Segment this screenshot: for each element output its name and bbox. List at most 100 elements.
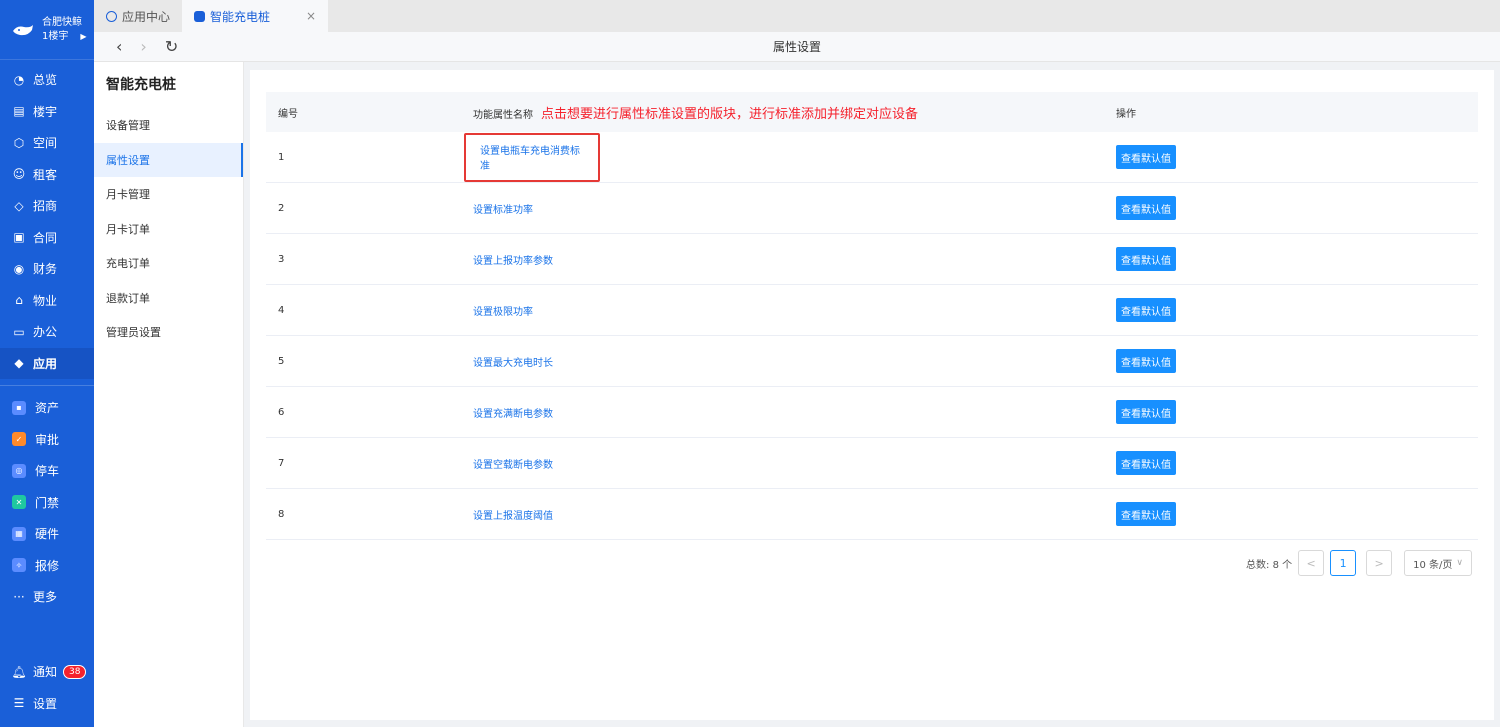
prev-page-button[interactable]: < bbox=[1298, 550, 1325, 576]
attribute-link[interactable]: 设置极限功率 bbox=[473, 303, 533, 318]
finance-icon: ◉ bbox=[13, 261, 25, 276]
nav-item-apps[interactable]: ◆ 应用 bbox=[0, 347, 94, 379]
tag-icon: ◇ bbox=[14, 198, 24, 213]
repair-icon: ✧ bbox=[12, 558, 26, 573]
header-op: 操作 bbox=[1116, 108, 1136, 120]
app-center-icon bbox=[106, 10, 117, 22]
tab-app-center[interactable]: 应用中心 bbox=[94, 0, 182, 32]
nav-item-tenant[interactable]: ☺ 租客 bbox=[0, 159, 94, 191]
instruction-hint: 点击想要进行属性标准设置的版块，进行标准添加并绑定对应设备 bbox=[541, 106, 919, 122]
nav-item-notifications[interactable]: 🔔︎ 通知 38 bbox=[0, 656, 94, 688]
app-icon: ◆ bbox=[14, 356, 24, 371]
table-row: 5 设置最大充电时长 查看默认值 bbox=[266, 336, 1478, 387]
primary-sidebar: 合肥快鲸 1楼宇 ▶ ◔ 总览 ▤ 楼宇 ⬡ 空间 ☺ 租客 ◇ 招商 ▣ 合同 ◉ 财务 ⌂ 物… bbox=[0, 0, 94, 727]
header-name: 功能属性名称 点击想要进行属性标准设置的版块，进行标准添加并绑定对应设备 bbox=[473, 106, 919, 122]
submenu-title: 智能充电桩 bbox=[106, 77, 176, 93]
submenu-item-charge-orders[interactable]: 充电订单 bbox=[94, 246, 243, 281]
submenu-item-card-orders[interactable]: 月卡订单 bbox=[94, 212, 243, 247]
refresh-icon[interactable]: ↻ bbox=[165, 37, 178, 56]
attribute-link[interactable]: 设置电瓶车充电消费标准 bbox=[464, 132, 600, 182]
home-icon: ⌂ bbox=[15, 293, 23, 308]
nav-item-building[interactable]: ▤ 楼宇 bbox=[0, 96, 94, 128]
submenu-item-devices[interactable]: 设备管理 bbox=[94, 108, 243, 143]
view-default-button[interactable]: 查看默认值 bbox=[1116, 145, 1176, 169]
nav-item-repair[interactable]: ✧ 报修 bbox=[0, 550, 94, 582]
dashboard-icon: ◔ bbox=[13, 72, 25, 87]
attribute-link[interactable]: 设置标准功率 bbox=[473, 201, 533, 216]
table-row: 1 设置电瓶车充电消费标准 查看默认值 bbox=[266, 132, 1478, 183]
page-number-button[interactable]: 1 bbox=[1330, 550, 1357, 576]
nav-item-leasing[interactable]: ◇ 招商 bbox=[0, 190, 94, 222]
secondary-menu: 智能充电桩 设备管理 属性设置 月卡管理 月卡订单 充电订单 退款订单 管理员设… bbox=[94, 62, 244, 727]
table-row: 8 设置上报温度阈值 查看默认值 bbox=[266, 489, 1478, 540]
table-row: 6 设置充满断电参数 查看默认值 bbox=[266, 387, 1478, 438]
page-size-select[interactable]: 10 条/页 ∨ bbox=[1404, 550, 1472, 576]
charger-app-icon bbox=[194, 10, 206, 22]
chevron-down-icon: ∨ bbox=[1456, 558, 1463, 568]
submenu-item-admins[interactable]: 管理员设置 bbox=[94, 315, 243, 350]
row-no: 5 bbox=[278, 355, 285, 367]
view-default-button[interactable]: 查看默认值 bbox=[1116, 196, 1176, 220]
submenu-item-attributes[interactable]: 属性设置 bbox=[94, 142, 243, 177]
caret-right-icon: ▶ bbox=[80, 31, 87, 41]
close-icon[interactable]: × bbox=[306, 9, 316, 23]
tab-smart-charger[interactable]: 智能充电桩 × bbox=[182, 0, 329, 32]
nav-item-contract[interactable]: ▣ 合同 bbox=[0, 222, 94, 254]
table-row: 4 设置极限功率 查看默认值 bbox=[266, 285, 1478, 336]
building-selector: 1楼宇 bbox=[42, 30, 69, 42]
total-count: 总数: 8 个 bbox=[1246, 559, 1293, 571]
nav-item-finance[interactable]: ◉ 财务 bbox=[0, 253, 94, 285]
nav-item-access[interactable]: ✕ 门禁 bbox=[0, 487, 94, 519]
nav-item-overview[interactable]: ◔ 总览 bbox=[0, 64, 94, 96]
view-default-button[interactable]: 查看默认值 bbox=[1116, 247, 1176, 271]
brand-name: 合肥快鲸 bbox=[42, 16, 82, 28]
nav-item-assets[interactable]: ▪ 资产 bbox=[0, 392, 94, 424]
contract-icon: ▣ bbox=[13, 230, 25, 245]
table-header: 编号 功能属性名称 点击想要进行属性标准设置的版块，进行标准添加并绑定对应设备 操… bbox=[266, 92, 1478, 132]
submenu-item-refund-orders[interactable]: 退款订单 bbox=[94, 281, 243, 316]
users-icon: ☺ bbox=[12, 167, 26, 182]
monitor-icon: ▭ bbox=[13, 324, 25, 339]
back-icon[interactable]: ‹ bbox=[116, 37, 122, 56]
attribute-link[interactable]: 设置充满断电参数 bbox=[473, 405, 553, 420]
view-default-button[interactable]: 查看默认值 bbox=[1116, 451, 1176, 475]
view-default-button[interactable]: 查看默认值 bbox=[1116, 502, 1176, 526]
nav-item-office[interactable]: ▭ 办公 bbox=[0, 316, 94, 348]
row-no: 6 bbox=[278, 406, 285, 418]
nav-item-property[interactable]: ⌂ 物业 bbox=[0, 285, 94, 317]
nav-item-settings[interactable]: ☰ 设置 bbox=[0, 688, 94, 720]
building-icon: ▤ bbox=[13, 104, 25, 119]
parking-icon: ◎ bbox=[12, 463, 26, 478]
more-dots-icon: ··· bbox=[13, 589, 25, 604]
row-no: 3 bbox=[278, 253, 285, 265]
primary-nav: ◔ 总览 ▤ 楼宇 ⬡ 空间 ☺ 租客 ◇ 招商 ▣ 合同 ◉ 财务 ⌂ 物业 ▭ 办公 ◆ 应用 … bbox=[0, 60, 94, 613]
view-default-button[interactable]: 查看默认值 bbox=[1116, 400, 1176, 424]
nav-item-hardware[interactable]: ▦ 硬件 bbox=[0, 518, 94, 550]
title-bar: ‹ › ↻ 属性设置 bbox=[94, 32, 1500, 62]
attribute-link[interactable]: 设置最大充电时长 bbox=[473, 354, 553, 369]
nav-divider bbox=[0, 385, 94, 386]
nav-item-space[interactable]: ⬡ 空间 bbox=[0, 127, 94, 159]
table-row: 2 设置标准功率 查看默认值 bbox=[266, 183, 1478, 234]
next-page-button[interactable]: > bbox=[1366, 550, 1393, 576]
approval-icon: ✓ bbox=[12, 432, 26, 447]
row-no: 7 bbox=[278, 457, 285, 469]
submenu-item-monthly-card[interactable]: 月卡管理 bbox=[94, 177, 243, 212]
view-default-button[interactable]: 查看默认值 bbox=[1116, 349, 1176, 373]
nav-item-approval[interactable]: ✓ 审批 bbox=[0, 424, 94, 456]
attributes-table: 编号 功能属性名称 点击想要进行属性标准设置的版块，进行标准添加并绑定对应设备 操… bbox=[266, 92, 1478, 540]
forward-icon[interactable]: › bbox=[140, 37, 146, 56]
row-no: 2 bbox=[278, 202, 285, 214]
row-no: 4 bbox=[278, 304, 285, 316]
content-panel: 编号 功能属性名称 点击想要进行属性标准设置的版块，进行标准添加并绑定对应设备 操… bbox=[250, 70, 1494, 720]
nav-item-more[interactable]: ··· 更多 bbox=[0, 581, 94, 613]
brand-switcher[interactable]: 合肥快鲸 1楼宇 ▶ bbox=[0, 0, 94, 60]
notification-badge: 38 bbox=[63, 664, 87, 679]
attribute-link[interactable]: 设置上报温度阈值 bbox=[473, 507, 553, 522]
whale-logo-icon bbox=[10, 21, 36, 39]
attribute-link[interactable]: 设置上报功率参数 bbox=[473, 252, 553, 267]
table-row: 7 设置空载断电参数 查看默认值 bbox=[266, 438, 1478, 489]
attribute-link[interactable]: 设置空载断电参数 bbox=[473, 456, 553, 471]
view-default-button[interactable]: 查看默认值 bbox=[1116, 298, 1176, 322]
nav-item-parking[interactable]: ◎ 停车 bbox=[0, 455, 94, 487]
